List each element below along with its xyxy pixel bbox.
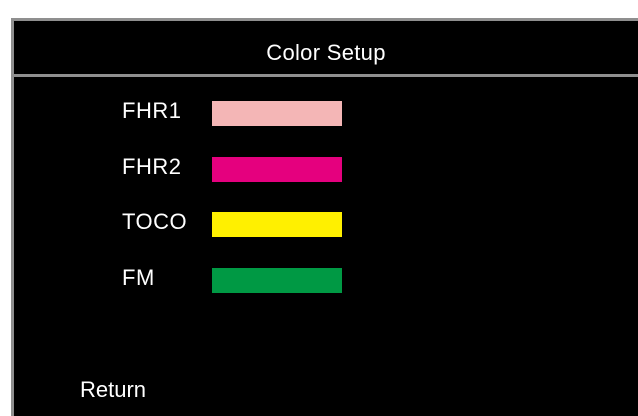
color-setup-dialog: Color Setup FHR1 FHR2 TOCO FM Return (11, 18, 638, 416)
channel-label-toco: TOCO (122, 209, 188, 234)
channel-row-fhr2[interactable]: FHR2 (14, 154, 638, 184)
channel-row-fhr1[interactable]: FHR1 (14, 98, 638, 128)
color-swatch-fhr1[interactable] (212, 101, 342, 126)
return-button[interactable]: Return (80, 377, 146, 403)
channel-label-fhr2: FHR2 (122, 154, 182, 179)
channel-row-fm[interactable]: FM (14, 265, 638, 295)
color-swatch-toco[interactable] (212, 212, 342, 237)
color-swatch-fm[interactable] (212, 268, 342, 293)
channel-label-fhr1: FHR1 (122, 98, 182, 123)
channel-row-toco[interactable]: TOCO (14, 209, 638, 239)
color-swatch-fhr2[interactable] (212, 157, 342, 182)
title-bar: Color Setup (14, 21, 638, 77)
channel-label-fm: FM (122, 265, 155, 290)
dialog-title: Color Setup (266, 40, 386, 65)
